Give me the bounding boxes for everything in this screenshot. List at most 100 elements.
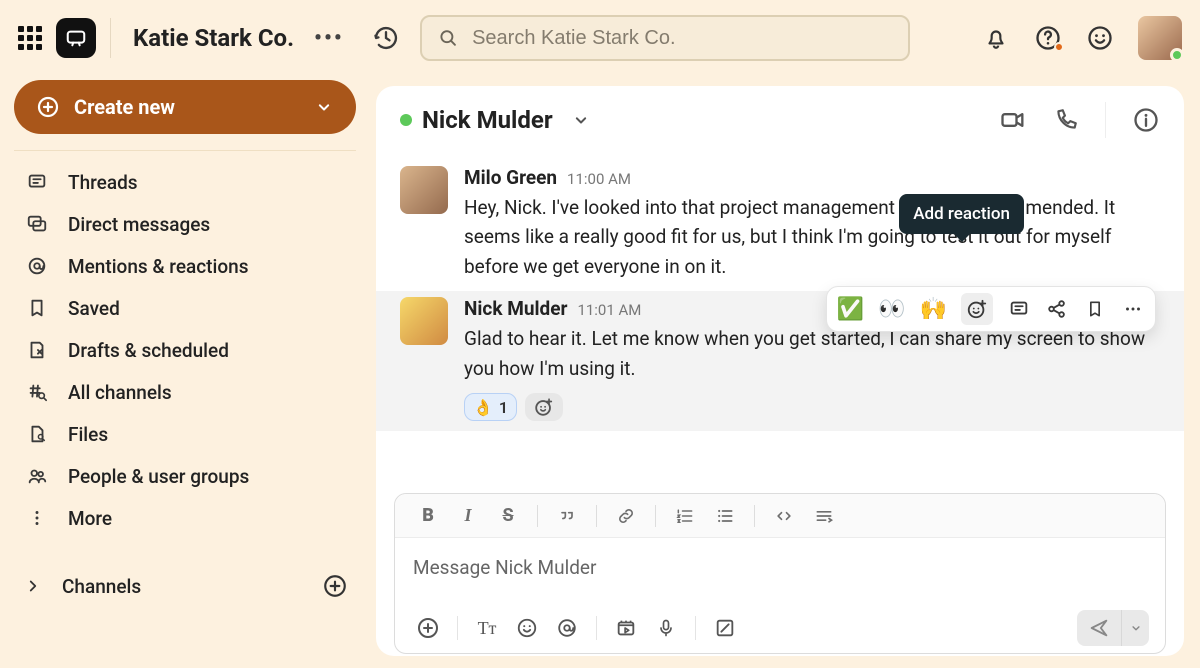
- quote-button[interactable]: [550, 501, 584, 531]
- sidebar-item-saved[interactable]: Saved: [14, 287, 356, 329]
- sidebar-item-label: Threads: [68, 171, 138, 194]
- presence-indicator: [1170, 48, 1184, 62]
- message: Milo Green 11:00 AM Hey, Nick. I've look…: [376, 160, 1184, 291]
- chat-title[interactable]: Nick Mulder: [422, 106, 553, 134]
- sidebar-item-label: All channels: [68, 381, 172, 404]
- hash-search-icon: [24, 381, 50, 403]
- message-avatar[interactable]: [400, 297, 448, 345]
- separator: [655, 505, 656, 527]
- send-options-button[interactable]: [1121, 610, 1149, 646]
- user-avatar[interactable]: [1138, 16, 1182, 60]
- message-list: Add reaction ✅ 👀 🙌 Milo Green: [376, 154, 1184, 493]
- separator: [754, 505, 755, 527]
- add-channel-button[interactable]: [322, 573, 348, 599]
- ordered-list-button[interactable]: [668, 501, 702, 531]
- history-button[interactable]: [372, 24, 400, 52]
- info-button[interactable]: [1132, 106, 1160, 134]
- bullet-list-button[interactable]: [708, 501, 742, 531]
- audio-clip-button[interactable]: [649, 611, 683, 645]
- bookmark-icon: [24, 297, 50, 319]
- format-toggle-button[interactable]: Tт: [470, 611, 504, 645]
- message-author[interactable]: Milo Green: [464, 166, 557, 189]
- create-new-button[interactable]: Create new: [14, 80, 356, 134]
- sidebar-item-all-channels[interactable]: All channels: [14, 371, 356, 413]
- divider: [1105, 102, 1106, 138]
- tooltip-add-reaction: Add reaction: [899, 194, 1024, 234]
- dm-icon: [24, 213, 50, 235]
- app-logo[interactable]: [56, 18, 96, 58]
- help-notification-dot: [1054, 42, 1064, 52]
- help-button[interactable]: [1034, 24, 1062, 52]
- header-divider: [110, 18, 111, 58]
- separator: [537, 505, 538, 527]
- sidebar-item-threads[interactable]: Threads: [14, 161, 356, 203]
- add-reaction-button[interactable]: [961, 293, 993, 325]
- sidebar-divider: [14, 150, 356, 151]
- send-button[interactable]: [1077, 610, 1121, 646]
- video-call-button[interactable]: [999, 106, 1027, 134]
- message-text: Hey, Nick. I've looked into that project…: [464, 193, 1160, 281]
- quick-reaction-check[interactable]: ✅: [837, 297, 864, 322]
- code-block-button[interactable]: [807, 501, 841, 531]
- chevron-down-icon[interactable]: [571, 110, 591, 130]
- sidebar-section-channels[interactable]: Channels: [14, 565, 356, 607]
- emoji-status-button[interactable]: [1086, 24, 1114, 52]
- sidebar-item-label: Saved: [68, 297, 120, 320]
- threads-icon: [24, 171, 50, 193]
- top-header: Katie Stark Co. •••: [0, 0, 1200, 76]
- search-input[interactable]: [472, 27, 892, 50]
- chevron-right-icon: [22, 577, 44, 595]
- reaction-count: 1: [499, 398, 508, 417]
- quick-reaction-hands[interactable]: 🙌: [920, 297, 947, 322]
- more-icon: [24, 507, 50, 529]
- mention-button[interactable]: [550, 611, 584, 645]
- audio-call-button[interactable]: [1053, 107, 1079, 133]
- attach-button[interactable]: [411, 611, 445, 645]
- sidebar-item-label: More: [68, 507, 112, 530]
- add-reaction-pill[interactable]: [525, 393, 563, 421]
- composer-input[interactable]: Message Nick Mulder: [395, 538, 1165, 603]
- workspace-menu-button[interactable]: •••: [314, 26, 344, 51]
- sidebar-section-label: Channels: [62, 575, 141, 598]
- chat-panel: Nick Mulder Add reaction ✅ 👀 🙌: [376, 86, 1184, 656]
- sidebar-item-drafts[interactable]: Drafts & scheduled: [14, 329, 356, 371]
- code-button[interactable]: [767, 501, 801, 531]
- quick-reaction-eyes[interactable]: 👀: [878, 297, 905, 322]
- search-icon: [438, 27, 458, 49]
- italic-button[interactable]: I: [451, 501, 485, 531]
- people-icon: [24, 465, 50, 487]
- message-timestamp: 11:00 AM: [567, 170, 631, 188]
- files-icon: [24, 423, 50, 445]
- link-button[interactable]: [609, 501, 643, 531]
- sidebar-item-more[interactable]: More: [14, 497, 356, 539]
- message-author[interactable]: Nick Mulder: [464, 297, 567, 320]
- video-clip-button[interactable]: [609, 611, 643, 645]
- chat-header: Nick Mulder: [376, 86, 1184, 154]
- sidebar-item-direct-messages[interactable]: Direct messages: [14, 203, 356, 245]
- app-drawer-button[interactable]: [18, 26, 42, 50]
- create-new-label: Create new: [74, 95, 175, 119]
- share-button[interactable]: [1045, 297, 1069, 321]
- workspace-name[interactable]: Katie Stark Co.: [133, 24, 294, 52]
- message-timestamp: 11:01 AM: [577, 301, 641, 319]
- sidebar-item-files[interactable]: Files: [14, 413, 356, 455]
- message-avatar[interactable]: [400, 166, 448, 214]
- notifications-button[interactable]: [982, 24, 1010, 52]
- reaction-emoji: 👌: [473, 398, 493, 417]
- shortcuts-button[interactable]: [708, 611, 742, 645]
- reaction-pill[interactable]: 👌 1: [464, 393, 517, 421]
- strike-button[interactable]: S: [491, 501, 525, 531]
- reply-thread-button[interactable]: [1007, 297, 1031, 321]
- message-text: Glad to hear it. Let me know when you ge…: [464, 324, 1160, 383]
- more-actions-button[interactable]: [1121, 297, 1145, 321]
- save-message-button[interactable]: [1083, 297, 1107, 321]
- sidebar-item-label: Files: [68, 423, 108, 446]
- mentions-icon: [24, 255, 50, 277]
- sidebar-item-mentions[interactable]: Mentions & reactions: [14, 245, 356, 287]
- search-bar[interactable]: [420, 15, 910, 61]
- sidebar: Create new Threads Direct messages Menti…: [0, 76, 370, 668]
- emoji-button[interactable]: [510, 611, 544, 645]
- plus-circle-icon: [36, 95, 60, 119]
- sidebar-item-people[interactable]: People & user groups: [14, 455, 356, 497]
- bold-button[interactable]: B: [411, 501, 445, 531]
